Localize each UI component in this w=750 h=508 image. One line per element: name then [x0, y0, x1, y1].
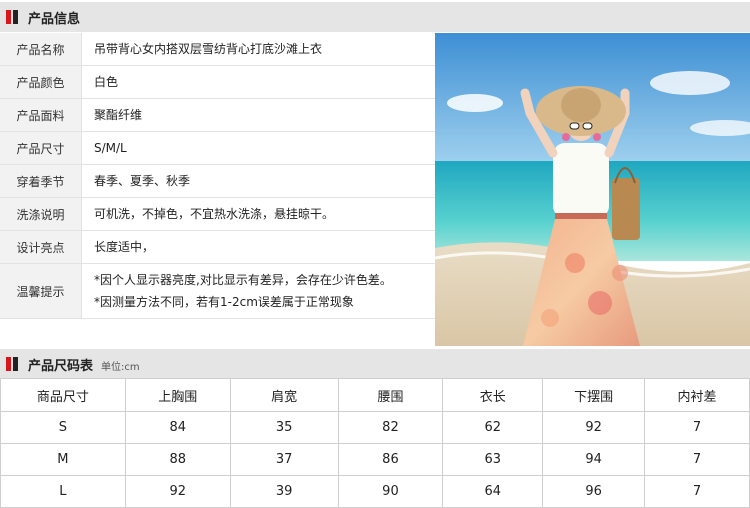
table-cell: 88 [124, 443, 231, 476]
info-row-season: 穿着季节 春季、夏季、秋季 [0, 165, 435, 198]
table-cell: M [0, 443, 126, 476]
info-label: 产品尺寸 [0, 132, 82, 164]
info-value: *因个人显示器亮度,对比显示有差异，会存在少许色差。 [94, 273, 392, 287]
table-cell: 7 [644, 475, 750, 508]
table-header-cell: 肩宽 [229, 378, 339, 412]
table-cell: 94 [542, 443, 646, 476]
table-cell: 39 [229, 475, 339, 508]
info-row-washing: 洗涤说明 可机洗，不掉色，不宜热水洗涤，悬挂晾干。 [0, 198, 435, 231]
info-label: 产品面料 [0, 99, 82, 131]
info-row-color: 产品颜色 白色 [0, 66, 435, 99]
table-row: S 84 35 82 62 92 7 [0, 411, 750, 444]
table-header-cell: 衣长 [442, 378, 544, 412]
table-header-cell: 腰围 [337, 378, 444, 412]
table-cell: S [0, 411, 126, 444]
table-cell: 86 [337, 443, 444, 476]
product-info-table: 产品名称 吊带背心女内搭双层雪纺背心打底沙滩上衣 产品颜色 白色 产品面料 聚酯… [0, 33, 435, 319]
table-header-cell: 内衬差 [644, 378, 750, 412]
info-value: 吊带背心女内搭双层雪纺背心打底沙滩上衣 [94, 42, 323, 56]
table-row: L 92 39 90 64 96 7 [0, 475, 750, 508]
table-cell: 35 [229, 411, 339, 444]
info-value: 春季、夏季、秋季 [94, 174, 191, 188]
table-row: M 88 37 86 63 94 7 [0, 443, 750, 476]
info-row-design: 设计亮点 长度适中， [0, 231, 435, 264]
table-cell: 82 [337, 411, 444, 444]
info-value: 可机洗，不掉色，不宜热水洗涤，悬挂晾干。 [94, 207, 335, 221]
table-cell: 63 [442, 443, 544, 476]
info-label: 设计亮点 [0, 231, 82, 263]
info-value: 聚酯纤维 [94, 108, 143, 122]
product-photo-image [435, 33, 750, 346]
table-cell: 92 [124, 475, 231, 508]
size-chart-header: 产品尺码表 单位:cm [0, 349, 750, 379]
table-header-row: 商品尺寸 上胸围 肩宽 腰围 衣长 下摆围 内衬差 [0, 378, 750, 412]
info-label: 穿着季节 [0, 165, 82, 197]
product-info-header: 产品信息 [0, 2, 750, 32]
size-chart-unit: 单位:cm [101, 362, 140, 373]
info-label: 产品颜色 [0, 66, 82, 98]
info-row-fabric: 产品面料 聚酯纤维 [0, 99, 435, 132]
info-value: S/M/L [94, 141, 127, 155]
table-cell: 7 [644, 443, 750, 476]
section-marker-icon [6, 10, 18, 24]
size-chart-title: 产品尺码表 [28, 358, 94, 374]
table-cell: 96 [542, 475, 646, 508]
info-value: 长度适中， [94, 240, 155, 254]
table-header-cell: 下摆围 [542, 378, 646, 412]
table-cell: 62 [442, 411, 544, 444]
table-header-cell: 上胸围 [124, 378, 231, 412]
info-value: *因测量方法不同，若有1-2cm误差属于正常现象 [94, 295, 354, 309]
table-cell: L [0, 475, 126, 508]
info-label: 洗涤说明 [0, 198, 82, 230]
table-cell: 84 [124, 411, 231, 444]
table-cell: 92 [542, 411, 646, 444]
info-label: 温馨提示 [0, 264, 82, 318]
product-photo [435, 33, 750, 346]
info-value: 白色 [94, 75, 119, 89]
info-row-size: 产品尺寸 S/M/L [0, 132, 435, 165]
size-chart-table: 商品尺寸 上胸围 肩宽 腰围 衣长 下摆围 内衬差 S 84 35 82 62 … [0, 378, 750, 508]
info-label: 产品名称 [0, 33, 82, 65]
product-info-title: 产品信息 [28, 11, 81, 27]
info-row-tips: 温馨提示 *因个人显示器亮度,对比显示有差异，会存在少许色差。 *因测量方法不同… [0, 264, 435, 319]
table-header-cell: 商品尺寸 [0, 378, 126, 412]
table-cell: 90 [337, 475, 444, 508]
info-row-name: 产品名称 吊带背心女内搭双层雪纺背心打底沙滩上衣 [0, 33, 435, 66]
table-cell: 64 [442, 475, 544, 508]
table-cell: 7 [644, 411, 750, 444]
section-marker-icon [6, 357, 18, 371]
table-cell: 37 [229, 443, 339, 476]
